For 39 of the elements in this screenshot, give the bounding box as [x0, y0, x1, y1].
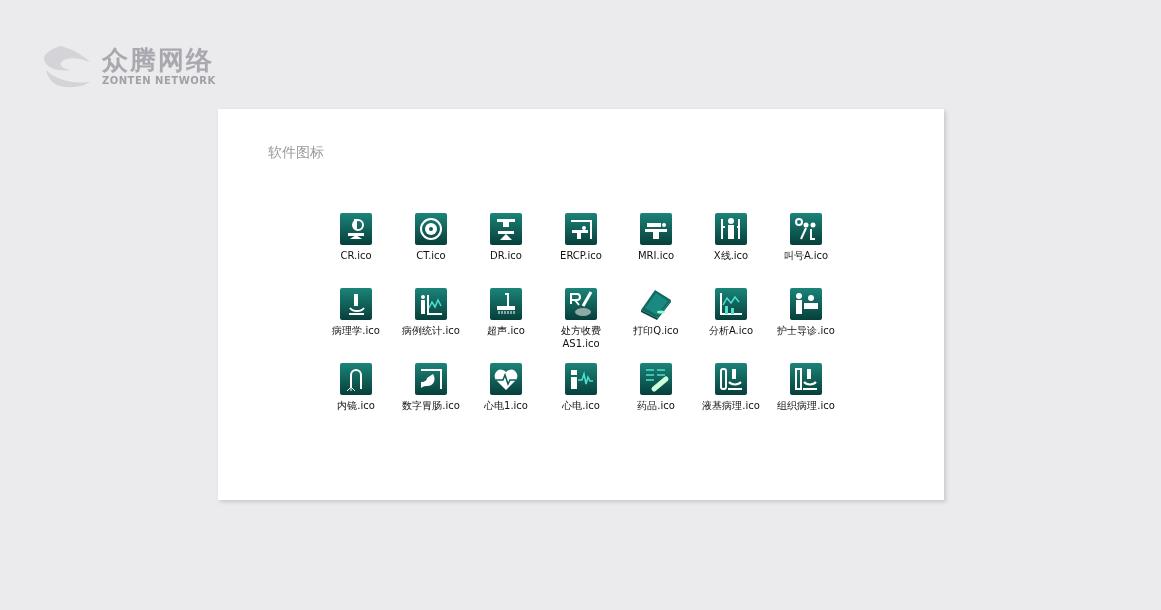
ring-scanner-icon	[415, 213, 447, 245]
icon-label: CR.ico	[339, 249, 373, 262]
icon-label: 处方收费AS1.ico	[560, 324, 602, 350]
stomach-icon	[415, 363, 447, 395]
icon-label: 数字胃肠.ico	[401, 399, 461, 412]
logo-name: 众腾网络	[102, 44, 215, 75]
icon-label: MRI.ico	[636, 249, 676, 262]
logo-tagline: ZONTEN NETWORK	[102, 74, 216, 86]
ecg-person-icon	[565, 363, 597, 395]
icon-label: 病理学.ico	[331, 324, 381, 337]
bed-icon	[640, 213, 672, 245]
medicine-list-icon	[640, 363, 672, 395]
icon-label: 心电.ico	[561, 399, 601, 412]
icon-label: X线.ico	[712, 249, 750, 262]
icon-label: 病例统计.ico	[401, 324, 461, 337]
icon-label: 打印Q.ico	[632, 324, 680, 337]
x-ray-machine-icon	[490, 213, 522, 245]
person-icon	[715, 213, 747, 245]
ultrasound-probe-icon	[490, 288, 522, 320]
icon-label: 叫号A.ico	[782, 249, 830, 262]
icon-label: 超声.ico	[486, 324, 526, 337]
line-chart-icon	[715, 288, 747, 320]
icon-label: 内镜.ico	[336, 399, 376, 412]
exam-table-icon	[565, 213, 597, 245]
endoscope-icon	[340, 363, 372, 395]
icon-label: 护士导诊.ico	[776, 324, 836, 337]
icon-label: 心电1.ico	[483, 399, 529, 412]
icon-label: 液基病理.ico	[701, 399, 761, 412]
heart-pulse-icon	[490, 363, 522, 395]
icon-label: 药品.ico	[636, 399, 676, 412]
icon-label: DR.ico	[489, 249, 523, 262]
prescription-icon	[565, 288, 597, 320]
icon-label: CT.ico	[415, 249, 447, 262]
icon-label: ERCP.ico	[559, 249, 603, 262]
icon-label: 组织病理.ico	[776, 399, 836, 412]
icon-label: 分析A.ico	[707, 324, 755, 337]
card-title: 软件图标	[268, 144, 325, 160]
statistics-chart-icon	[415, 288, 447, 320]
nurse-desk-icon	[790, 288, 822, 320]
